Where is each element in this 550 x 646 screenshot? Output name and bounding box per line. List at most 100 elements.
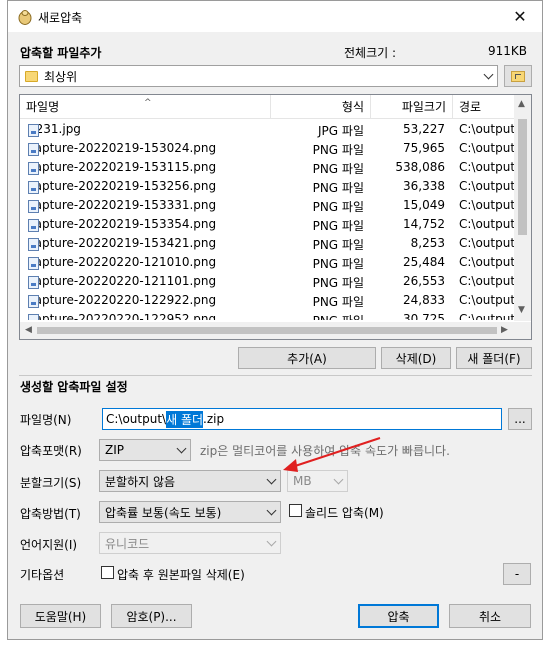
image-file-icon <box>28 200 39 213</box>
split-select[interactable]: 분할하지 않음 <box>99 470 281 492</box>
file-name-cell: capture-20220219-153331.png <box>28 198 217 213</box>
column-header-size[interactable]: 파일크기 <box>371 95 453 119</box>
file-name-cell: capture-20220220-122922.png <box>28 293 216 308</box>
file-name: capture-20220219-153331.png <box>28 198 217 212</box>
image-file-icon <box>28 143 39 156</box>
file-name: capture-20220219-153024.png <box>28 141 217 155</box>
file-size: 15,049 <box>403 198 445 212</box>
method-select[interactable]: 압축률 보통(속도 보통) <box>99 501 281 523</box>
browse-button[interactable]: ... <box>508 408 532 430</box>
table-row[interactable]: capture-20220220-121101.png PNG 파일 26,553 C… <box>20 272 515 291</box>
table-row[interactable]: capture-20220219-153354.png PNG 파일 14,752 C… <box>20 215 515 234</box>
table-row[interactable]: capture-20220219-153421.png PNG 파일 8,253 C:… <box>20 234 515 253</box>
file-type: PNG 파일 <box>312 181 364 195</box>
file-name: capture-20220220-121010.png <box>28 255 217 269</box>
file-path: C:\output <box>459 274 515 288</box>
table-row[interactable]: 2231.jpg JPG 파일 53,227 C:\output <box>20 120 515 139</box>
delete-source-label[interactable]: 압축 후 원본파일 삭제(E) <box>117 566 245 583</box>
file-name-cell: capture-20220220-122952.png <box>28 312 216 320</box>
password-button[interactable]: 암호(P)... <box>111 604 192 628</box>
file-type: PNG 파일 <box>312 238 364 252</box>
add-files-header: 압축할 파일추가 <box>20 46 102 60</box>
filename-selection: 새 폴더 <box>166 410 204 428</box>
file-size: 24,833 <box>403 293 445 307</box>
file-type: PNG 파일 <box>312 162 364 176</box>
file-path: C:\output <box>459 255 515 269</box>
column-header-path[interactable]: 경로 <box>453 95 515 119</box>
file-size: 36,338 <box>403 179 445 193</box>
scroll-right-icon[interactable]: ▶ <box>501 325 508 335</box>
table-row[interactable]: capture-20220220-122922.png PNG 파일 24,833 C… <box>20 291 515 310</box>
format-select[interactable]: ZIP <box>99 439 191 461</box>
image-file-icon <box>28 295 39 308</box>
image-file-icon <box>28 219 39 232</box>
sort-ascending-icon: ^ <box>144 98 152 108</box>
folder-up-icon <box>511 70 525 82</box>
file-name-cell: capture-20220220-121010.png <box>28 255 217 270</box>
file-name: capture-20220219-153115.png <box>28 160 217 174</box>
chevron-down-icon <box>479 66 497 86</box>
image-file-icon <box>28 257 39 270</box>
format-select-value: ZIP <box>105 443 124 457</box>
vertical-scroll-thumb[interactable] <box>518 119 527 235</box>
lang-label: 언어지원(I) <box>20 538 78 552</box>
horizontal-scrollbar[interactable]: ◀ ▶ <box>20 322 515 339</box>
folder-combo[interactable]: 최상위 <box>19 65 498 87</box>
folder-up-button[interactable] <box>504 65 532 87</box>
filename-suffix: .zip <box>203 412 225 426</box>
column-header-type[interactable]: 형식 <box>271 95 371 119</box>
file-path: C:\output <box>459 198 515 212</box>
file-name: capture-20220219-153421.png <box>28 236 217 250</box>
list-header: 파일명 ^ 형식 파일크기 경로 <box>20 95 515 119</box>
file-name-cell: capture-20220219-153115.png <box>28 160 217 175</box>
help-button[interactable]: 도움말(H) <box>20 604 101 628</box>
file-path: C:\output <box>459 122 515 136</box>
add-button[interactable]: 추가(A) <box>238 347 376 369</box>
scroll-left-icon[interactable]: ◀ <box>25 325 32 335</box>
vertical-scrollbar[interactable]: ▲ ▼ <box>514 95 531 321</box>
column-label-path: 경로 <box>459 100 482 114</box>
table-row[interactable]: capture-20220219-153256.png PNG 파일 36,338 C… <box>20 177 515 196</box>
solid-compress-checkbox[interactable] <box>289 504 302 517</box>
solid-compress-label[interactable]: 솔리드 압축(M) <box>305 504 384 521</box>
table-row[interactable]: capture-20220220-122952.png PNG 파일 30,725 C… <box>20 310 515 320</box>
method-label: 압축방법(T) <box>20 507 81 521</box>
compress-button[interactable]: 압축 <box>358 604 439 628</box>
new-folder-button[interactable]: 새 폴더(F) <box>456 347 532 369</box>
folder-icon <box>25 70 38 82</box>
compress-dialog: 새로압축 ✕ 압축할 파일추가 전체크기 : 911KB 최상위 파일명 ^ 형… <box>7 0 543 640</box>
image-file-icon <box>28 314 39 320</box>
file-type: PNG 파일 <box>312 257 364 271</box>
horizontal-scroll-thumb[interactable] <box>37 327 497 334</box>
file-path: C:\output <box>459 293 515 307</box>
method-select-value: 압축률 보통(속도 보통) <box>105 505 222 520</box>
list-rows: 2231.jpg JPG 파일 53,227 C:\output capture-202… <box>20 120 515 320</box>
collapse-options-button[interactable]: - <box>503 563 531 585</box>
total-size-label: 전체크기 : <box>344 46 397 60</box>
total-size-value: 911KB <box>488 44 528 58</box>
chevron-down-icon <box>172 440 190 460</box>
file-name-cell: capture-20220219-153256.png <box>28 179 216 194</box>
file-type: JPG 파일 <box>318 124 364 138</box>
delete-button[interactable]: 삭제(D) <box>381 347 451 369</box>
filename-input[interactable]: C:\output\ 새 폴더 .zip <box>102 408 502 430</box>
file-list[interactable]: 파일명 ^ 형식 파일크기 경로 2231.jpg JPG 파일 53,227 C:\… <box>19 94 532 340</box>
file-path: C:\output <box>459 236 515 250</box>
folder-combo-value: 최상위 <box>44 69 78 84</box>
file-size: 538,086 <box>395 160 445 174</box>
table-row[interactable]: capture-20220220-121010.png PNG 파일 25,484 C… <box>20 253 515 272</box>
file-path: C:\output <box>459 312 515 320</box>
close-icon[interactable]: ✕ <box>500 1 540 32</box>
scroll-corner <box>514 322 531 339</box>
column-header-filename[interactable]: 파일명 ^ <box>20 95 271 119</box>
chevron-down-icon <box>262 533 280 553</box>
file-type: PNG 파일 <box>312 295 364 309</box>
cancel-button[interactable]: 취소 <box>449 604 531 628</box>
table-row[interactable]: capture-20220219-153024.png PNG 파일 75,965 C… <box>20 139 515 158</box>
delete-source-checkbox[interactable] <box>101 566 114 579</box>
table-row[interactable]: capture-20220219-153331.png PNG 파일 15,049 C… <box>20 196 515 215</box>
table-row[interactable]: capture-20220219-153115.png PNG 파일 538,086… <box>20 158 515 177</box>
scroll-up-icon[interactable]: ▲ <box>518 99 525 109</box>
scroll-down-icon[interactable]: ▼ <box>518 305 525 315</box>
file-type: PNG 파일 <box>312 219 364 233</box>
